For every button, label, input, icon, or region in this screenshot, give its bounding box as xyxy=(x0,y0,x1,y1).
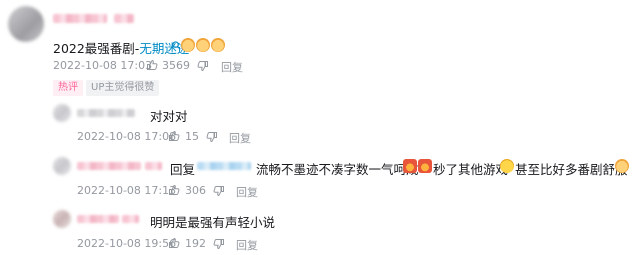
sweat-smile-emoji-icon xyxy=(500,159,514,173)
avatar[interactable] xyxy=(53,104,71,122)
reply-button[interactable]: 回复 xyxy=(221,59,243,75)
like-count: 192 xyxy=(185,237,206,250)
like-count: 3569 xyxy=(162,59,190,72)
like-count: 15 xyxy=(185,130,199,143)
comment-body: 2022最强番剧- xyxy=(53,41,140,56)
reply-date: 2022-10-08 17:08 xyxy=(77,130,177,143)
thumbs-up-icon[interactable] xyxy=(146,59,158,71)
dog-face-emoji-icon xyxy=(615,159,629,173)
thumbs-up-icon[interactable] xyxy=(168,130,180,142)
thumbs-down-icon[interactable] xyxy=(213,238,225,250)
angry-fire-emoji-icon xyxy=(418,159,432,173)
reply-prefix: 回复 xyxy=(170,162,196,177)
username-blurred[interactable] xyxy=(77,109,135,117)
reply-text: 对对对 xyxy=(150,109,188,124)
thumbs-up-icon[interactable] xyxy=(168,237,180,249)
username-blurred[interactable] xyxy=(53,14,107,23)
comment-text: 2022最强番剧-无期迷途 xyxy=(53,38,189,57)
reply-button[interactable]: 回复 xyxy=(236,237,258,253)
avatar[interactable] xyxy=(8,6,44,42)
user-badge-blurred xyxy=(145,162,162,170)
thumbs-down-icon[interactable] xyxy=(197,60,209,72)
angry-fire-emoji-icon xyxy=(403,159,417,173)
reply-text-part-3: 甚至比好多番剧舒服 xyxy=(515,162,628,177)
dog-face-emoji-icon xyxy=(196,38,210,52)
like-count: 306 xyxy=(185,184,206,197)
avatar[interactable] xyxy=(53,210,71,228)
reply-text: 明明是最强有声轻小说 xyxy=(150,215,276,230)
thumbs-down-icon[interactable] xyxy=(206,131,218,143)
reply-button[interactable]: 回复 xyxy=(236,184,258,200)
search-icon[interactable] xyxy=(172,41,181,50)
avatar[interactable] xyxy=(53,157,71,175)
dog-face-emoji-icon xyxy=(211,38,225,52)
reply-text-part-2: 秒了其他游戏 xyxy=(433,162,509,177)
username-blurred[interactable] xyxy=(77,215,119,223)
user-badge-blurred xyxy=(114,14,134,23)
username-blurred[interactable] xyxy=(77,162,141,170)
reply-date: 2022-10-08 19:56 xyxy=(77,237,177,250)
user-badge-blurred xyxy=(122,215,139,223)
dog-face-emoji-icon xyxy=(181,38,195,52)
mentioned-user-blurred[interactable] xyxy=(197,162,251,170)
thumbs-up-icon[interactable] xyxy=(168,184,180,196)
thumbs-down-icon[interactable] xyxy=(213,185,225,197)
reply-text-part-1: 流畅不墨迹不凑字数一气呵成 xyxy=(256,162,419,177)
comment-date: 2022-10-08 17:03 xyxy=(53,59,153,72)
reply-date: 2022-10-08 17:13 xyxy=(77,184,177,197)
hot-comment-badge: 热评 xyxy=(53,80,83,96)
up-liked-badge: UP主觉得很赞 xyxy=(86,80,160,96)
reply-button[interactable]: 回复 xyxy=(229,130,251,146)
